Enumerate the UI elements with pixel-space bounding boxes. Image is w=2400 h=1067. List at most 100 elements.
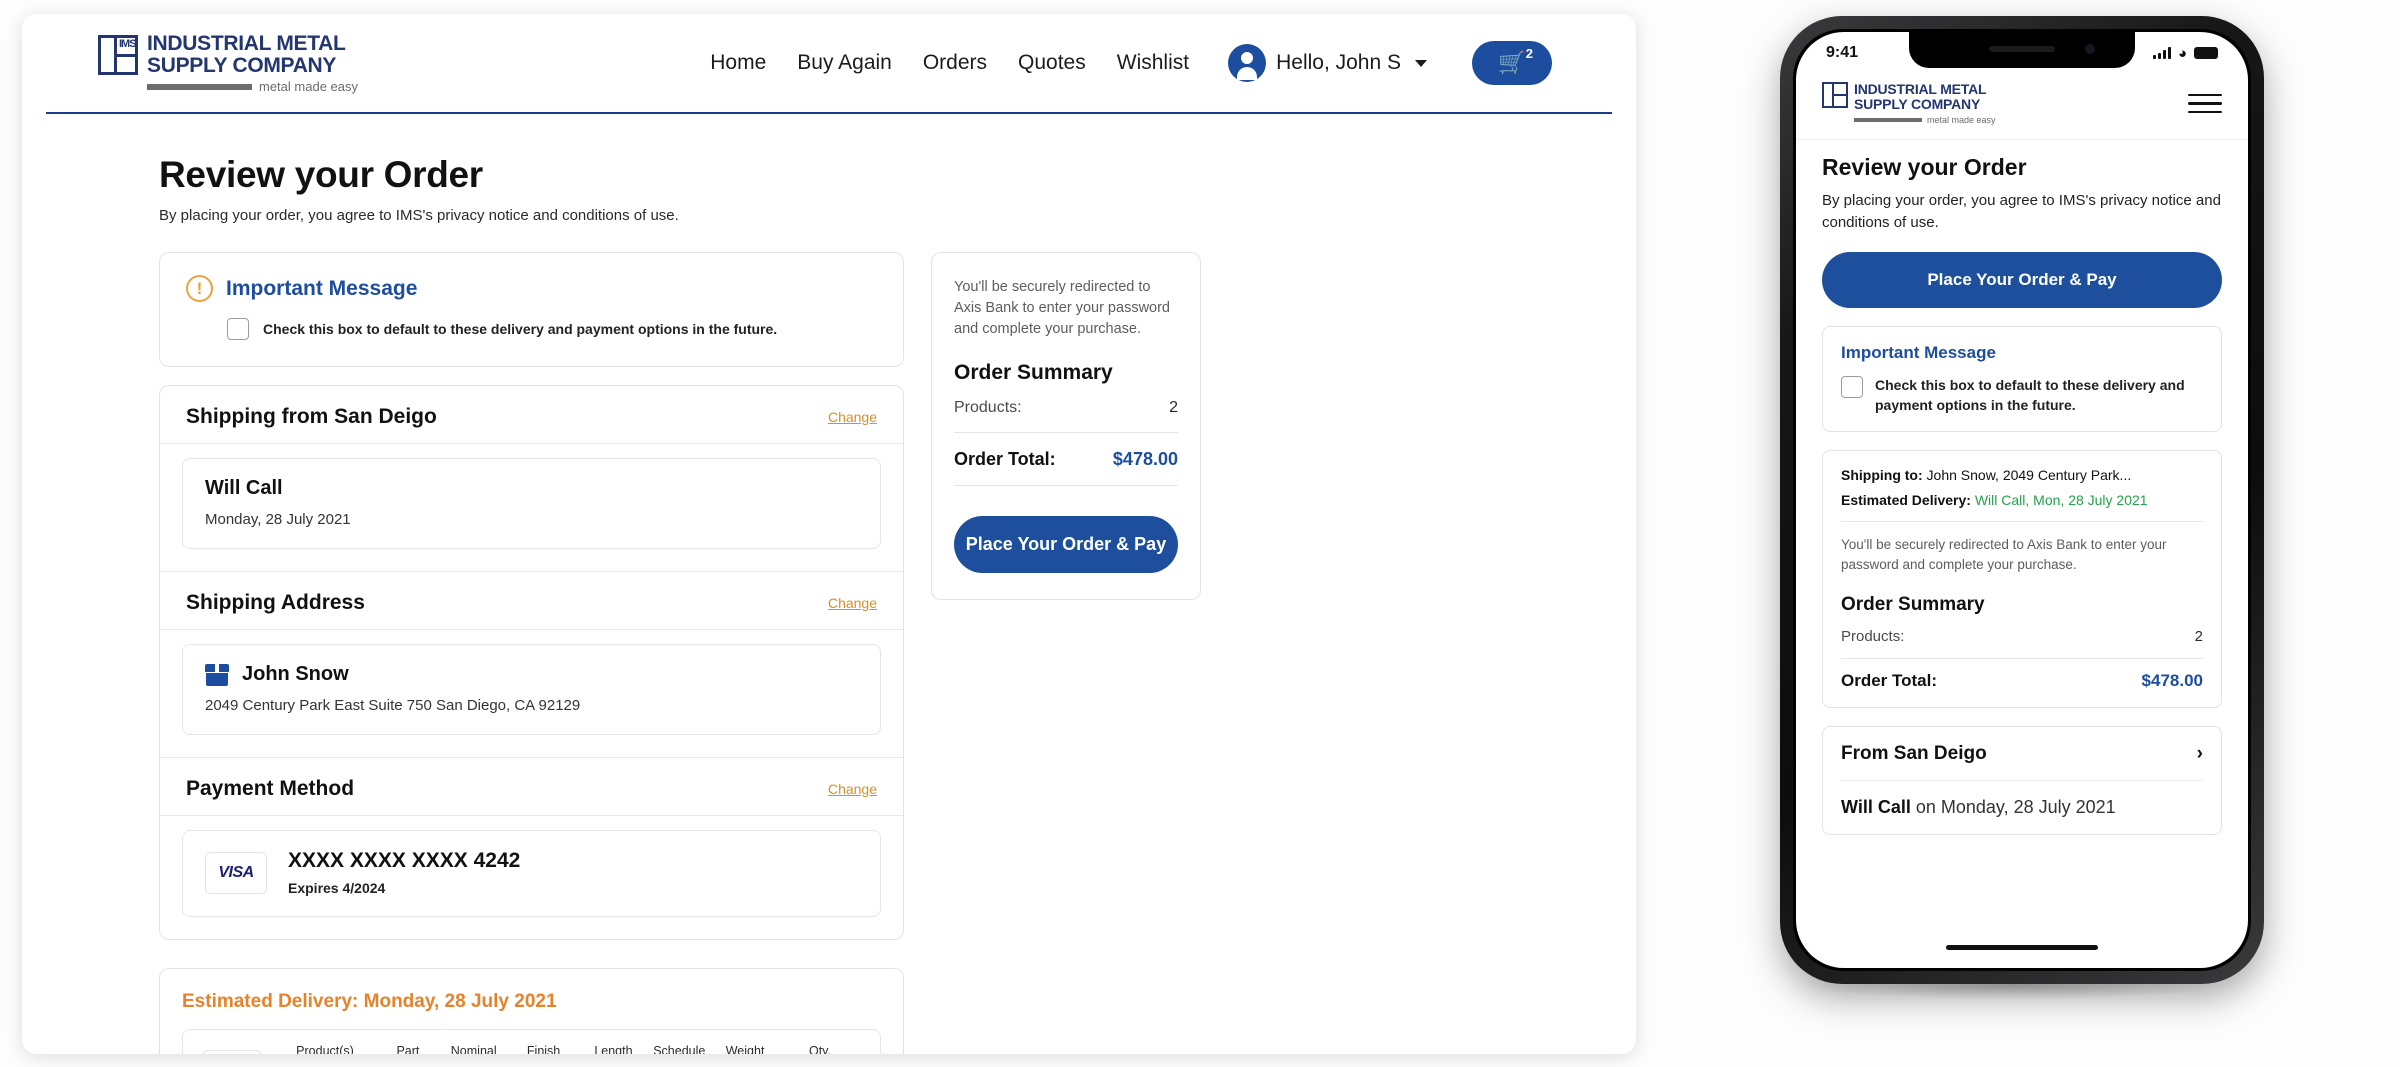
shopping-cart-icon: 🛒 (1498, 52, 1525, 74)
nav-item-orders[interactable]: Orders (923, 51, 987, 75)
column-header: Qty. (778, 1044, 862, 1054)
recipient-row: John Snow (205, 663, 858, 686)
content-container: Review your Order By placing your order,… (159, 154, 1499, 1054)
products-row: Products: 2 (954, 399, 1178, 417)
logo-line-2: SUPPLY COMPANY (1854, 97, 1996, 112)
redirect-note: You'll be securely redirected to Axis Ba… (954, 277, 1178, 340)
change-payment-link[interactable]: Change (828, 781, 877, 797)
mobile-important-message-panel: Important Message Check this box to defa… (1822, 326, 2222, 433)
column-header: Nominal Pipe Size(A) (441, 1044, 507, 1054)
place-order-button[interactable]: Place Your Order & Pay (954, 516, 1178, 573)
ims-logo-mark-icon (1822, 82, 1848, 108)
mobile-shipping-to-label: Shipping to: (1841, 467, 1923, 483)
mobile-order-total-row: Order Total: $478.00 (1841, 671, 2203, 691)
home-indicator[interactable] (1946, 945, 2098, 950)
wifi-icon: ◕ (2178, 46, 2187, 61)
nav-item-home[interactable]: Home (710, 51, 766, 75)
change-shipping-from-link[interactable]: Change (828, 409, 877, 425)
page-title: Review your Order (159, 154, 1499, 196)
important-message-panel: ! Important Message Check this box to de… (159, 252, 904, 367)
mobile-will-call-date: on Monday, 28 July 2021 (1911, 797, 2116, 817)
package-box-icon (205, 664, 229, 686)
cart-count-badge: 2 (1526, 46, 1533, 61)
user-avatar-icon (1228, 44, 1266, 82)
mobile-will-call-method: Will Call (1841, 797, 1911, 817)
divider (954, 485, 1178, 486)
mobile-default-options-row: Check this box to default to these deliv… (1841, 375, 2203, 416)
phone-frame: 9:41 ◕ INDUSTRIAL METAL SUPPLY C (1780, 16, 2264, 984)
hamburger-menu-icon[interactable] (2188, 94, 2222, 114)
divider (160, 443, 903, 444)
logo-tagline-text: metal made easy (1927, 115, 1996, 125)
table-row: Product(s) Galvanized Steel Pipe Part Nu… (182, 1029, 881, 1054)
divider (1841, 658, 2203, 659)
nav-item-buy-again[interactable]: Buy Again (797, 51, 892, 75)
mobile-shipping-to-value: John Snow, 2049 Century Park... (1927, 467, 2132, 483)
recipient-name: John Snow (242, 663, 349, 686)
column-header: Part Number (375, 1044, 441, 1054)
status-indicators: ◕ (2153, 46, 2218, 61)
nav-item-quotes[interactable]: Quotes (1018, 51, 1086, 75)
page-subtitle: By placing your order, you agree to IMS'… (159, 207, 1499, 224)
mobile-place-order-button[interactable]: Place Your Order & Pay (1822, 252, 2222, 308)
cart-button[interactable]: 🛒 2 (1472, 41, 1552, 85)
ims-logo-mark-icon: IMS (98, 35, 138, 75)
status-time: 9:41 (1826, 44, 1858, 62)
mobile-from-location-panel[interactable]: From San Deigo › Will Call on Monday, 28… (1822, 726, 2222, 835)
logo-tagline: metal made easy (1854, 115, 1996, 125)
mobile-default-options-checkbox[interactable] (1841, 376, 1863, 398)
order-summary-panel: You'll be securely redirected to Axis Ba… (931, 252, 1201, 600)
mobile-body: Review your Order By placing your order,… (1796, 140, 2248, 835)
chevron-right-icon[interactable]: › (2197, 743, 2203, 765)
change-shipping-address-link[interactable]: Change (828, 595, 877, 611)
main-navigation: Home Buy Again Orders Quotes Wishlist He… (710, 41, 1552, 85)
mobile-default-options-label: Check this box to default to these deliv… (1875, 375, 2203, 416)
phone-bezel: 9:41 ◕ INDUSTRIAL METAL SUPPLY C (1793, 29, 2251, 971)
card-row: VISA XXXX XXXX XXXX 4242 Expires 4/2024 (205, 849, 858, 896)
logo-line-2: SUPPLY COMPANY (147, 55, 358, 76)
mobile-header: INDUSTRIAL METAL SUPPLY COMPANY metal ma… (1796, 74, 2248, 140)
screenshot-stage: IMS INDUSTRIAL METAL SUPPLY COMPANY meta… (0, 0, 2400, 1067)
nav-item-wishlist[interactable]: Wishlist (1117, 51, 1189, 75)
order-total-value: $478.00 (1113, 449, 1178, 470)
mobile-products-row: Products: 2 (1841, 628, 2203, 645)
shipping-from-card: Will Call Monday, 28 July 2021 (182, 458, 881, 549)
column-header: Product(s) (275, 1044, 375, 1054)
mobile-products-value: 2 (2195, 628, 2203, 645)
battery-icon (2194, 47, 2218, 59)
mobile-products-label: Products: (1841, 628, 1904, 645)
shipping-address-header: Shipping Address Change (160, 572, 903, 629)
order-total-label: Order Total: (954, 449, 1056, 470)
payment-method-title: Payment Method (186, 777, 354, 801)
important-message-header: ! Important Message (186, 275, 877, 302)
column-header: Weight Each(#) (712, 1044, 778, 1054)
account-greeting: Hello, John S (1276, 51, 1401, 75)
logo-line-1: INDUSTRIAL METAL (1854, 82, 1996, 97)
column-header: Schedule (646, 1044, 712, 1054)
recipient-address: 2049 Century Park East Suite 750 San Die… (205, 697, 858, 714)
product-thumbnail (201, 1050, 263, 1054)
default-options-label: Check this box to default to these deliv… (263, 321, 777, 337)
mobile-redirect-note: You'll be securely redirected to Axis Ba… (1841, 535, 2203, 576)
delivery-items-panel: Estimated Delivery: Monday, 28 July 2021… (159, 968, 904, 1054)
desktop-browser-card: IMS INDUSTRIAL METAL SUPPLY COMPANY meta… (22, 14, 1636, 1054)
column-nominal-pipe-size: Nominal Pipe Size(A) 3/4" (441, 1044, 507, 1054)
account-menu[interactable]: Hello, John S (1228, 44, 1427, 82)
page-body: Review your Order By placing your order,… (22, 114, 1636, 1054)
left-column: ! Important Message Check this box to de… (159, 252, 904, 1054)
mobile-summary-panel: Shipping to: John Snow, 2049 Century Par… (1822, 450, 2222, 708)
mobile-from-heading: From San Deigo (1841, 743, 1987, 765)
mobile-order-summary-title: Order Summary (1841, 594, 2203, 616)
site-logo[interactable]: IMS INDUSTRIAL METAL SUPPLY COMPANY meta… (98, 33, 358, 93)
column-weight-each: Weight Each(#) 23.73 (712, 1044, 778, 1054)
cellular-signal-icon (2153, 47, 2171, 59)
mobile-site-logo[interactable]: INDUSTRIAL METAL SUPPLY COMPANY metal ma… (1822, 82, 1996, 125)
estimated-delivery-heading: Estimated Delivery: Monday, 28 July 2021 (182, 991, 881, 1013)
products-label: Products: (954, 399, 1022, 417)
right-column: You'll be securely redirected to Axis Ba… (931, 252, 1201, 600)
mobile-shipping-to-row: Shipping to: John Snow, 2049 Century Par… (1841, 467, 2203, 483)
logo-text: INDUSTRIAL METAL SUPPLY COMPANY metal ma… (147, 33, 358, 93)
default-options-checkbox[interactable] (227, 318, 249, 340)
mobile-from-row[interactable]: From San Deigo › (1841, 743, 2203, 765)
shipping-from-header: Shipping from San Deigo Change (160, 386, 903, 443)
